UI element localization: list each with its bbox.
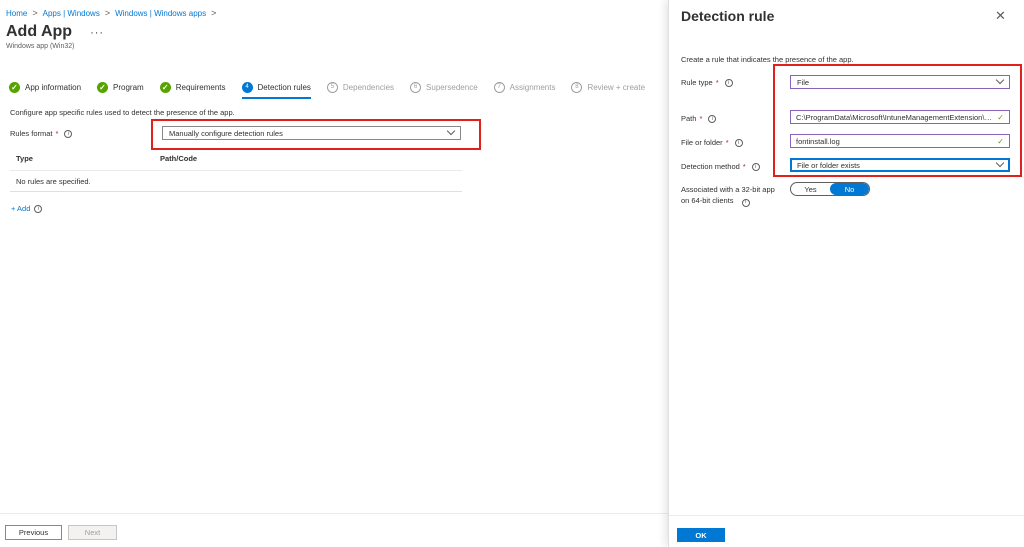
checkmark-icon: ✓ [159, 81, 171, 93]
rules-table-empty: No rules are specified. [10, 170, 462, 192]
path-label: Path * i [681, 114, 717, 123]
required-marker: * [55, 129, 59, 138]
step-assignments[interactable]: 7 Assignments [493, 80, 556, 94]
required-marker: * [742, 162, 746, 171]
breadcrumb-separator: > [104, 8, 111, 18]
step-requirements[interactable]: ✓ Requirements [159, 80, 226, 94]
info-icon[interactable]: i [708, 114, 717, 123]
footer-divider [0, 513, 668, 514]
close-icon[interactable]: ✕ [995, 8, 1006, 24]
step-dependencies[interactable]: 5 Dependencies [326, 80, 395, 94]
step-number-icon: 8 [571, 81, 583, 93]
panel-title: Detection rule [681, 8, 775, 24]
assoc-32bit-label: Associated with a 32-bit app on 64-bit c… [681, 184, 781, 207]
page-title: Add App [6, 23, 73, 40]
toggle-option-no[interactable]: No [830, 183, 869, 195]
more-options-icon[interactable]: ··· [90, 27, 104, 39]
rule-type-label-text: Rule type [681, 78, 713, 87]
detection-rule-panel: Detection rule ✕ Create a rule that indi… [668, 0, 1024, 547]
wizard-steps: ✓ App information ✓ Program ✓ Requiremen… [9, 80, 661, 99]
info-icon[interactable]: i [734, 138, 743, 147]
step-number-icon: 6 [410, 81, 422, 93]
column-header-path-code: Path/Code [160, 154, 198, 163]
step-label: App information [25, 82, 82, 92]
breadcrumb-separator: > [211, 8, 217, 18]
info-icon[interactable]: i [741, 198, 750, 207]
rules-table-header: Type Path/Code [10, 154, 462, 168]
path-label-text: Path [681, 114, 697, 123]
detection-method-label: Detection method * i [681, 162, 760, 171]
title-row: Add App ··· [6, 23, 104, 41]
file-or-folder-label-text: File or folder [681, 138, 723, 147]
step-number-icon: 4 [241, 81, 253, 93]
step-number-icon: 7 [493, 81, 505, 93]
step-label: Assignments [509, 82, 556, 92]
column-header-type: Type [16, 154, 33, 163]
next-button[interactable]: Next [68, 525, 117, 540]
highlight-box [151, 119, 481, 150]
detection-method-label-text: Detection method [681, 162, 740, 171]
rules-format-label-text: Rules format [10, 129, 53, 138]
checkmark-icon: ✓ [97, 81, 109, 93]
required-marker: * [715, 78, 719, 87]
required-marker: * [725, 138, 729, 147]
breadcrumb-apps-windows[interactable]: Apps | Windows [43, 9, 100, 18]
step-review-create[interactable]: 8 Review + create [571, 80, 645, 94]
toggle-option-yes[interactable]: Yes [791, 183, 830, 195]
step-label: Review + create [587, 82, 646, 92]
highlight-box [773, 64, 1022, 177]
add-rule-link[interactable]: + Add i [11, 204, 43, 213]
panel-footer-divider [669, 515, 1024, 516]
add-app-page: Home > Apps | Windows > Windows | Window… [0, 0, 668, 547]
step-program[interactable]: ✓ Program [97, 80, 144, 94]
page-subtitle: Windows app (Win32) [6, 43, 75, 50]
file-or-folder-label: File or folder * i [681, 138, 743, 147]
add-rule-label: + Add [11, 204, 31, 213]
info-icon[interactable]: i [64, 129, 73, 138]
step-number-icon: 5 [326, 81, 338, 93]
assoc-32bit-label-text: Associated with a 32-bit app on 64-bit c… [681, 185, 775, 205]
step-label: Requirements [175, 82, 226, 92]
step-label: Detection rules [257, 82, 311, 92]
checkmark-icon: ✓ [9, 81, 20, 93]
previous-button[interactable]: Previous [5, 525, 62, 540]
breadcrumb-windows-apps[interactable]: Windows | Windows apps [115, 9, 206, 18]
step-label: Program [113, 82, 144, 92]
assoc-32bit-toggle[interactable]: Yes No [790, 182, 870, 196]
info-icon[interactable]: i [724, 78, 733, 87]
ok-button[interactable]: OK [677, 528, 725, 542]
panel-description: Create a rule that indicates the presenc… [681, 55, 854, 64]
breadcrumb: Home > Apps | Windows > Windows | Window… [6, 8, 221, 18]
info-icon[interactable]: i [751, 162, 760, 171]
required-marker: * [699, 114, 703, 123]
info-icon[interactable]: i [34, 204, 43, 213]
breadcrumb-home[interactable]: Home [6, 9, 27, 18]
step-label: Dependencies [342, 82, 395, 92]
step-app-information[interactable]: ✓ App information [9, 80, 81, 94]
rule-type-label: Rule type * i [681, 78, 733, 87]
breadcrumb-separator: > [32, 8, 38, 18]
step-label: Supersedence [426, 82, 478, 92]
detection-description: Configure app specific rules used to det… [10, 108, 235, 117]
step-detection-rules[interactable]: 4 Detection rules [241, 80, 312, 99]
rules-format-label: Rules format * i [10, 129, 73, 138]
step-supersedence[interactable]: 6 Supersedence [410, 80, 478, 94]
